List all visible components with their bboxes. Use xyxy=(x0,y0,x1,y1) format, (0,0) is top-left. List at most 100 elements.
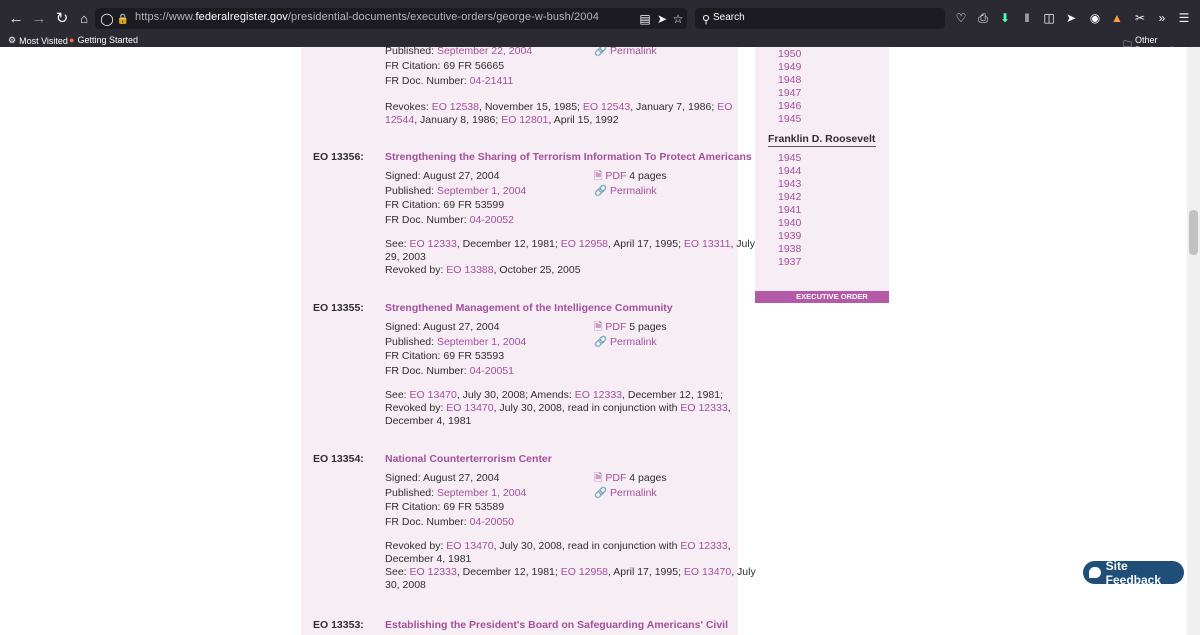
eo-reference-link[interactable]: EO 12801 xyxy=(501,114,548,126)
shield-icon[interactable]: ◯ xyxy=(99,11,115,27)
pocket-icon[interactable]: ♡ xyxy=(953,10,969,26)
forward-arrow-icon[interactable]: → xyxy=(28,7,50,29)
eo-title-link[interactable]: Strengthening the Sharing of Terrorism I… xyxy=(385,151,752,163)
account-icon[interactable]: ◉ xyxy=(1087,10,1103,26)
extension-send-icon[interactable]: ➤ xyxy=(1063,10,1079,26)
note-text: 30, 2008 xyxy=(385,579,426,591)
meta-value[interactable]: 04-20051 xyxy=(470,365,514,377)
scrollbar-thumb[interactable] xyxy=(1189,210,1198,255)
pdf-link[interactable]: 🗎 PDF 5 pages xyxy=(594,321,667,334)
eo-reference-link[interactable]: EO 12333 xyxy=(410,238,457,250)
year-link[interactable]: 1947 xyxy=(778,87,801,99)
meta-value[interactable]: September 1, 2004 xyxy=(437,487,526,499)
meta-value: August 27, 2004 xyxy=(422,321,500,333)
address-bar[interactable]: ◯ 🔒 https://www.federalregister.gov/pres… xyxy=(95,8,687,29)
eo-meta-row: Signed: August 27, 2004 xyxy=(385,321,499,334)
pdf-label[interactable]: PDF xyxy=(605,472,626,484)
pdf-icon: 🗎 xyxy=(594,170,606,182)
year-link[interactable]: 1938 xyxy=(778,243,801,255)
search-input[interactable]: ⚲ Search xyxy=(695,8,945,29)
eo-reference-link[interactable]: EO xyxy=(717,101,732,113)
year-link[interactable]: 1945 xyxy=(778,113,801,125)
year-link[interactable]: 1939 xyxy=(778,230,801,242)
eo-reference-link[interactable]: EO 12538 xyxy=(432,101,479,113)
year-link[interactable]: 1942 xyxy=(778,191,801,203)
meta-value[interactable]: 04-20050 xyxy=(470,516,514,528)
download-icon[interactable]: ⬇ xyxy=(997,10,1013,26)
home-icon[interactable]: ⌂ xyxy=(73,7,95,29)
year-link[interactable]: 1948 xyxy=(778,74,801,86)
site-feedback-button[interactable]: Site Feedback xyxy=(1083,559,1184,587)
meta-label: Signed: xyxy=(385,472,423,484)
send-tab-icon[interactable]: ➤ xyxy=(654,11,670,27)
eo-title-link[interactable]: National Counterterrorism Center xyxy=(385,453,552,465)
print-icon[interactable]: ⎙ xyxy=(975,10,991,26)
lock-icon[interactable]: 🔒 xyxy=(115,11,131,27)
note-text: December 4, 1981 xyxy=(385,415,472,427)
meta-label: FR Doc. Number: xyxy=(385,364,470,377)
bookmark-getting-started[interactable]: ● Getting Started xyxy=(69,35,138,45)
eo-reference-link[interactable]: EO 12333 xyxy=(575,389,622,401)
menu-icon[interactable]: ☰ xyxy=(1176,10,1192,26)
note-text: , July xyxy=(731,566,756,578)
meta-label: FR Citation: xyxy=(385,501,444,513)
year-link[interactable]: 1945 xyxy=(778,152,801,164)
executive-order-tab[interactable]: EXECUTIVE ORDER xyxy=(755,291,889,303)
year-link[interactable]: 1937 xyxy=(778,256,801,268)
year-link[interactable]: 1941 xyxy=(778,204,801,216)
meta-value[interactable]: September 1, 2004 xyxy=(437,336,526,348)
eo-reference-link[interactable]: EO 13470 xyxy=(684,566,731,578)
prev-permalink[interactable]: 🔗 Permalink xyxy=(594,47,657,58)
pdf-label[interactable]: PDF xyxy=(605,170,626,182)
back-arrow-icon[interactable]: ← xyxy=(5,7,27,29)
permalink-label: Permalink xyxy=(610,486,657,499)
year-link[interactable]: 1949 xyxy=(778,61,801,73)
year-link[interactable]: 1946 xyxy=(778,100,801,112)
eo-reference-link[interactable]: EO 13470 xyxy=(410,389,457,401)
eo-reference-link[interactable]: EO 12333 xyxy=(680,402,727,414)
meta-value[interactable]: September 1, 2004 xyxy=(437,185,526,197)
permalink[interactable]: 🔗 Permalink xyxy=(594,336,657,349)
eo-reference-link[interactable]: EO 13470 xyxy=(446,540,493,552)
year-link[interactable]: 1950 xyxy=(778,48,801,60)
extension-icon[interactable]: ▲ xyxy=(1109,10,1125,26)
bookmarks-bar: ⚙Most Visited ●Getting Started 🗀Other Bo… xyxy=(0,35,1200,55)
pdf-pages: 4 pages xyxy=(626,170,667,182)
pdf-link[interactable]: 🗎 PDF 4 pages xyxy=(594,472,667,485)
eo-reference-link[interactable]: EO 12958 xyxy=(561,238,608,250)
eo-reference-link[interactable]: EO 12543 xyxy=(583,101,630,113)
sidebar-icon[interactable]: ◫ xyxy=(1041,10,1057,26)
pdf-pages: 4 pages xyxy=(626,472,667,484)
year-link[interactable]: 1943 xyxy=(778,178,801,190)
reload-icon[interactable]: ↻ xyxy=(51,7,73,29)
eo-reference-link[interactable]: EO 12333 xyxy=(410,566,457,578)
note-text: , December 12, 1981; xyxy=(456,238,561,250)
eo-reference-link[interactable]: EO 13311 xyxy=(684,238,731,250)
overflow-chevron-icon[interactable]: » xyxy=(1154,10,1170,26)
bookmark-most-visited[interactable]: ⚙ Most Visited xyxy=(8,35,68,46)
eo-note-line: December 4, 1981 xyxy=(385,553,471,566)
note-text: , December 12, 1981; xyxy=(622,389,724,401)
library-icon[interactable]: ‖ xyxy=(1019,10,1035,26)
meta-value[interactable]: 04-20052 xyxy=(470,214,514,226)
url-text[interactable]: https://www.federalregister.gov/presiden… xyxy=(135,11,599,23)
eo-reference-link[interactable]: EO 12333 xyxy=(680,540,727,552)
eo-reference-link[interactable]: EO 12958 xyxy=(561,566,608,578)
permalink[interactable]: 🔗 Permalink xyxy=(594,185,657,198)
eo-meta-row: Published: September 1, 2004 xyxy=(385,336,526,349)
eo-meta-row: FR Doc. Number: 04-20052 xyxy=(385,214,514,227)
reader-view-icon[interactable]: ▤ xyxy=(637,11,653,27)
bookmark-star-icon[interactable]: ☆ xyxy=(670,11,686,27)
eo-reference-link[interactable]: EO 13388 xyxy=(446,264,493,276)
eo-title-link[interactable]: Strengthened Management of the Intellige… xyxy=(385,302,673,314)
eo-reference-link[interactable]: 12544 xyxy=(385,114,414,126)
pdf-link[interactable]: 🗎 PDF 4 pages xyxy=(594,170,667,183)
eo-title-link[interactable]: Establishing the President's Board on Sa… xyxy=(385,619,728,631)
eo-reference-link[interactable]: EO 13470 xyxy=(446,402,493,414)
screenshot-icon[interactable]: ✂ xyxy=(1132,10,1148,26)
permalink[interactable]: 🔗 Permalink xyxy=(594,487,657,500)
year-link[interactable]: 1944 xyxy=(778,165,801,177)
pdf-label[interactable]: PDF xyxy=(605,321,626,333)
year-link[interactable]: 1940 xyxy=(778,217,801,229)
scrollbar[interactable] xyxy=(1187,47,1200,635)
